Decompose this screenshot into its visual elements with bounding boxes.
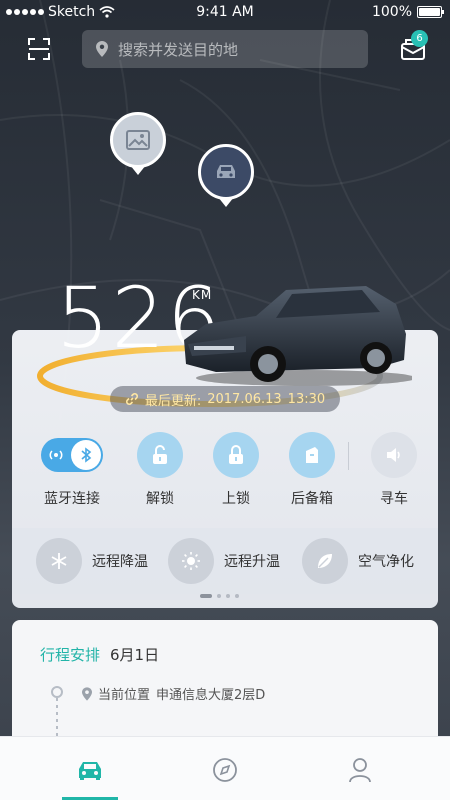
nav-discover[interactable] bbox=[210, 755, 240, 785]
remote-cool-label: 远程降温 bbox=[92, 554, 148, 570]
signal-icon bbox=[49, 450, 63, 460]
status-bar: Sketch 9:41 AM 100% bbox=[0, 0, 450, 26]
battery-percent: 100% bbox=[371, 4, 412, 20]
battery-icon bbox=[417, 6, 444, 18]
page-dot[interactable] bbox=[226, 594, 230, 598]
last-update-label: 最后更新: bbox=[144, 393, 202, 409]
pin-tail bbox=[218, 197, 234, 207]
leaf-icon bbox=[318, 554, 332, 568]
unlock-label: 解锁 bbox=[146, 491, 174, 507]
car-icon bbox=[79, 762, 101, 780]
location-pin-icon bbox=[96, 41, 108, 57]
controls-divider bbox=[348, 442, 349, 470]
current-location-value: 申通信息大厦2层D bbox=[156, 688, 266, 703]
bluetooth-control[interactable]: 蓝牙连接 bbox=[32, 432, 112, 508]
scan-icon[interactable] bbox=[28, 38, 50, 60]
remote-heat-control[interactable]: 远程升温 bbox=[168, 538, 280, 584]
last-update-pill: 最后更新: 2017.06.13 13:30 bbox=[110, 386, 340, 412]
unlock-icon bbox=[153, 445, 167, 464]
toggle-knob bbox=[71, 440, 101, 470]
remote-heat-button[interactable] bbox=[168, 538, 214, 584]
page-dot[interactable] bbox=[235, 594, 239, 598]
user-icon bbox=[349, 758, 371, 783]
trip-date: 6月1日 bbox=[110, 646, 160, 664]
trunk-icon bbox=[306, 447, 318, 463]
lock-control[interactable]: 上锁 bbox=[196, 432, 276, 508]
nav-car[interactable] bbox=[75, 755, 105, 785]
photo-pin[interactable] bbox=[110, 112, 166, 175]
car-location-pin[interactable] bbox=[198, 144, 254, 207]
find-car-label: 寻车 bbox=[380, 491, 408, 507]
timeline-icon bbox=[51, 686, 63, 744]
remote-heat-label: 远程升温 bbox=[224, 554, 280, 570]
pin-tail bbox=[130, 165, 146, 175]
unlock-button[interactable] bbox=[137, 432, 183, 478]
air-purify-button[interactable] bbox=[302, 538, 348, 584]
location-pin-icon bbox=[82, 686, 92, 701]
last-update-date: 2017.06.13 bbox=[207, 391, 282, 407]
lock-icon bbox=[229, 445, 243, 464]
bluetooth-label: 蓝牙连接 bbox=[44, 491, 100, 507]
photo-pin-circle bbox=[110, 112, 166, 168]
remote-cool-control[interactable]: 远程降温 bbox=[36, 538, 148, 584]
last-update-time: 13:30 bbox=[287, 391, 326, 407]
bottom-navigation bbox=[0, 736, 450, 800]
battery-group: 100% bbox=[371, 4, 444, 20]
nav-profile[interactable] bbox=[345, 755, 375, 785]
car-icon bbox=[217, 165, 235, 178]
trunk-button[interactable] bbox=[289, 432, 335, 478]
climate-controls: 远程降温 远程升温 空气净化 bbox=[12, 528, 438, 594]
page-indicator[interactable] bbox=[200, 594, 239, 598]
image-icon bbox=[126, 130, 150, 150]
lock-button[interactable] bbox=[213, 432, 259, 478]
car-pin-circle bbox=[198, 144, 254, 200]
speaker-icon bbox=[387, 448, 400, 462]
vehicle-controls: 蓝牙连接 解锁 上锁 后备箱 寻车 bbox=[12, 432, 438, 514]
trip-title: 行程安排 bbox=[40, 646, 101, 664]
remote-cool-button[interactable] bbox=[36, 538, 82, 584]
vehicle-image bbox=[184, 286, 412, 386]
bluetooth-toggle[interactable] bbox=[41, 438, 103, 472]
search-input[interactable]: 搜索并发送目的地 bbox=[82, 30, 368, 68]
link-icon bbox=[125, 393, 138, 405]
compass-icon bbox=[213, 758, 237, 782]
unlock-control[interactable]: 解锁 bbox=[120, 432, 200, 508]
lock-label: 上锁 bbox=[222, 491, 250, 507]
search-placeholder: 搜索并发送目的地 bbox=[118, 40, 239, 59]
snowflake-icon bbox=[51, 553, 67, 569]
page-dot[interactable] bbox=[217, 594, 221, 598]
find-car-control[interactable]: 寻车 bbox=[354, 432, 434, 508]
sun-icon bbox=[182, 552, 200, 570]
air-purify-label: 空气净化 bbox=[358, 554, 414, 570]
message-badge: 6 bbox=[411, 30, 428, 47]
page-dot-active[interactable] bbox=[200, 594, 212, 598]
trunk-label: 后备箱 bbox=[291, 491, 333, 507]
trunk-control[interactable]: 后备箱 bbox=[272, 432, 352, 508]
current-location-row: 当前位置 申通信息大厦2层D bbox=[82, 684, 265, 703]
bluetooth-icon bbox=[81, 447, 92, 463]
air-purify-control[interactable]: 空气净化 bbox=[302, 538, 414, 584]
find-car-button[interactable] bbox=[371, 432, 417, 478]
current-location-label: 当前位置 bbox=[98, 688, 151, 703]
